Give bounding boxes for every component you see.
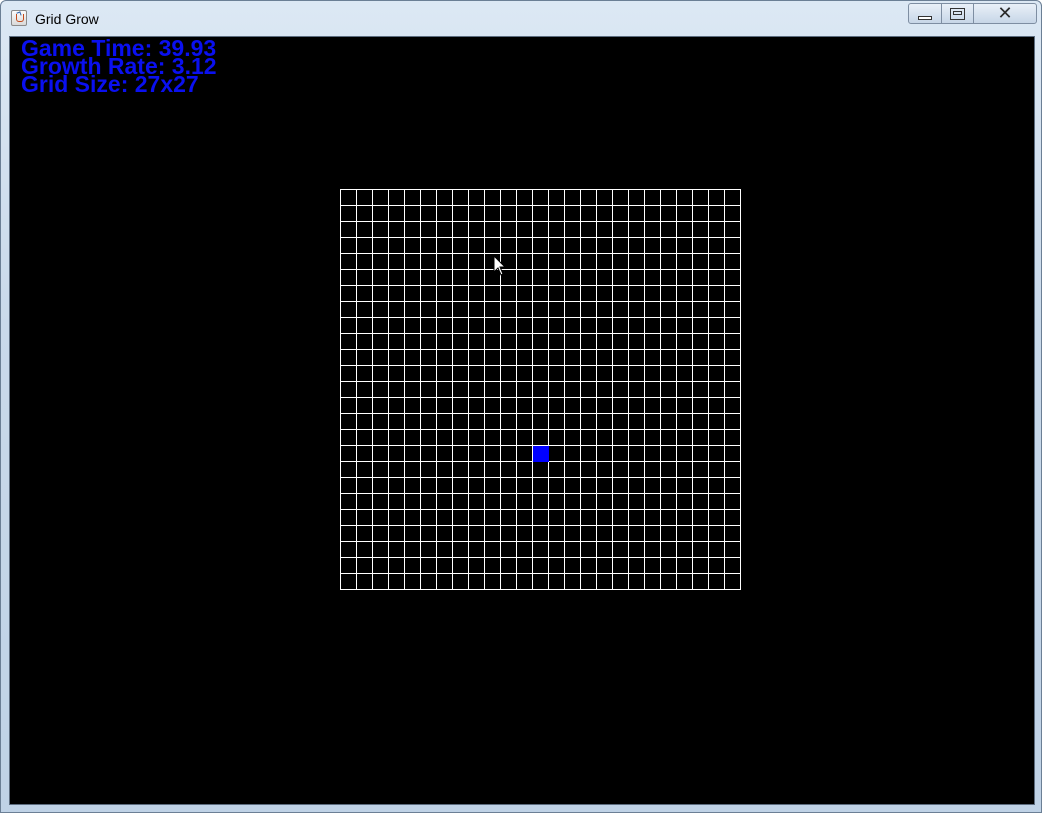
window-title: Grid Grow (35, 11, 99, 27)
maximize-icon (950, 7, 965, 20)
maximize-button[interactable] (941, 3, 974, 24)
close-button[interactable]: ✕ (973, 3, 1037, 24)
minimize-icon (918, 15, 932, 20)
java-app-icon[interactable] (11, 10, 27, 26)
app-window: Grid Grow ✕ Game Time: 39.93 Growth Rate… (0, 0, 1042, 813)
minimize-button[interactable] (908, 3, 942, 24)
player-cell (533, 446, 549, 462)
game-grid[interactable] (340, 189, 741, 590)
grid-size-label: Grid Size: 27x27 (21, 71, 199, 97)
title-bar[interactable]: Grid Grow ✕ (1, 1, 1041, 36)
mouse-cursor-icon (493, 254, 507, 276)
close-icon: ✕ (997, 2, 1013, 24)
game-canvas[interactable]: Game Time: 39.93 Growth Rate: 3.12 Grid … (9, 36, 1035, 805)
